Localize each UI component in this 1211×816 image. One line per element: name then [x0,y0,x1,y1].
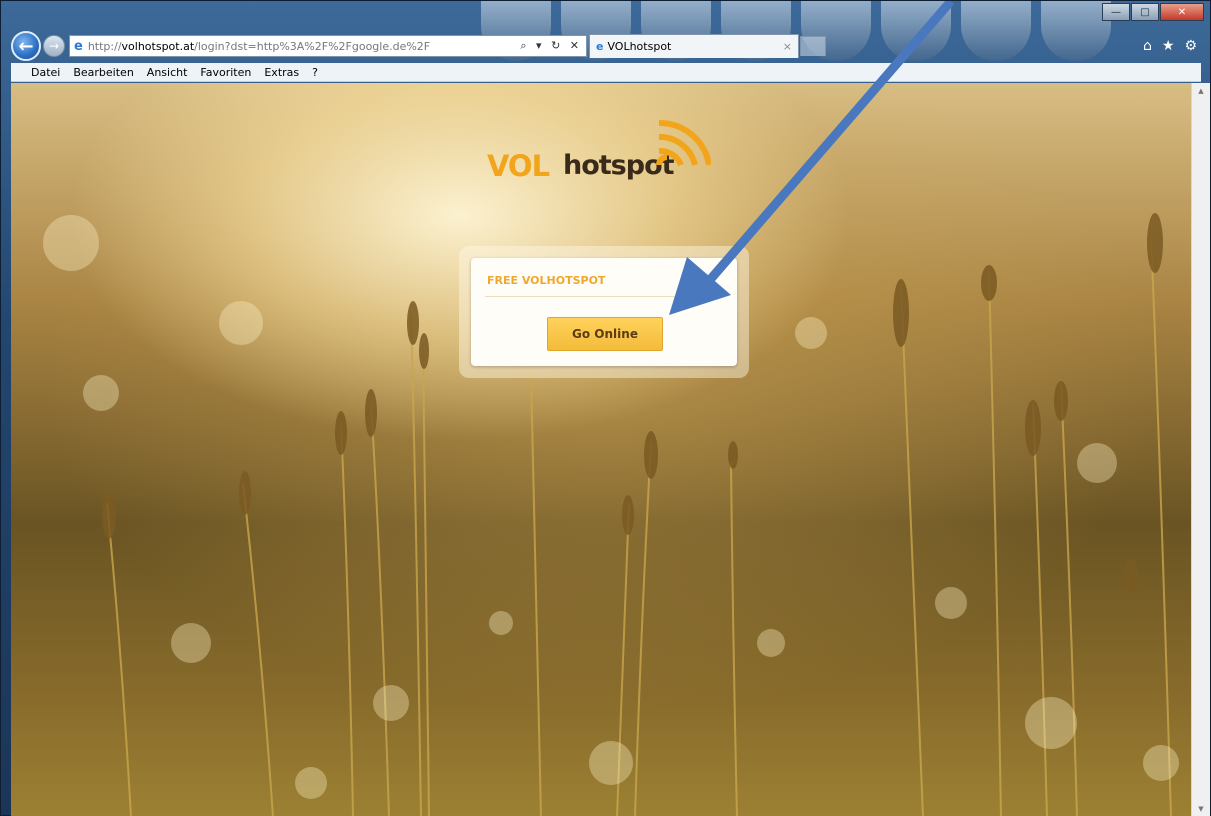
menu-item-favoriten[interactable]: Favoriten [200,66,251,79]
forward-button[interactable]: → [43,35,65,57]
url-path: /login?dst=http%3A%2F%2Fgoogle.de%2F [194,39,431,53]
tab-close-icon[interactable]: × [783,40,792,53]
vertical-scrollbar[interactable]: ▲ ▼ [1191,83,1210,816]
home-icon[interactable]: ⌂ [1143,38,1152,54]
tab-title: VOLhotspot [607,40,672,53]
address-tools[interactable]: ⌕ ▾ ↻ ✕ [520,39,582,53]
login-card: FREE VOLHOTSPOT Go Online [471,258,737,366]
tab-ie-icon: e [596,40,604,53]
url-host: volhotspot.at [121,39,195,53]
browser-window: — □ ✕ ← → e http:// volhotspot.at /login… [0,0,1211,816]
ie-page-icon: e [74,38,83,54]
scroll-down-icon[interactable]: ▼ [1192,801,1210,816]
tab-volhotspot[interactable]: e VOLhotspot × [589,34,799,58]
go-online-button[interactable]: Go Online [547,317,663,351]
card-divider [485,296,723,297]
page-content [11,83,1193,816]
menu-item-help[interactable]: ? [312,66,318,79]
navigation-bar: ← → e http:// volhotspot.at /login?dst=h… [11,31,1201,61]
background-grass-photo [43,213,1179,816]
wifi-signal-icon [656,119,711,167]
back-button[interactable]: ← [11,31,41,61]
maximize-button[interactable]: □ [1131,3,1159,21]
forward-arrow-icon: → [48,39,60,53]
new-tab-button[interactable] [800,36,826,56]
settings-gear-icon[interactable]: ⚙ [1184,38,1197,54]
window-controls: — □ ✕ [1102,3,1204,21]
logo-vol-text: VOL [487,149,550,183]
favorites-star-icon[interactable]: ★ [1162,38,1175,54]
close-window-button[interactable]: ✕ [1160,3,1204,21]
menu-bar: Datei Bearbeiten Ansicht Favoriten Extra… [11,63,1201,82]
back-arrow-icon: ← [18,35,34,57]
card-title: FREE VOLHOTSPOT [487,274,606,287]
scroll-up-icon[interactable]: ▲ [1192,83,1210,99]
menu-item-extras[interactable]: Extras [264,66,299,79]
browser-toolbar-icons: ⌂ ★ ⚙ [1143,38,1201,54]
menu-item-ansicht[interactable]: Ansicht [147,66,188,79]
menu-item-bearbeiten[interactable]: Bearbeiten [73,66,133,79]
minimize-button[interactable]: — [1102,3,1130,21]
url-scheme: http:// [87,39,122,53]
volhotspot-logo: VOL hotspot [487,117,717,189]
menu-item-datei[interactable]: Datei [31,66,60,79]
address-bar[interactable]: e http:// volhotspot.at /login?dst=http%… [69,35,587,57]
